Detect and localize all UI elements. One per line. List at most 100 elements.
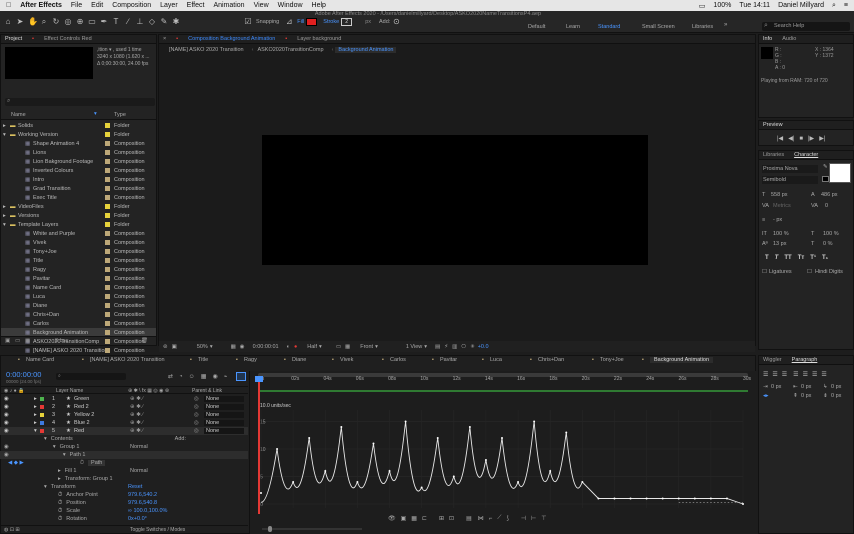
first-line-indent-value[interactable]: 0 px	[831, 384, 841, 390]
add-label[interactable]: Add:	[379, 19, 390, 25]
stopwatch-icon[interactable]: ⏱	[58, 508, 62, 515]
pan-behind-tool-icon[interactable]: ⊕	[76, 17, 84, 26]
fill1-label[interactable]: Fill 1	[65, 468, 77, 474]
label-color-swatch[interactable]	[105, 231, 110, 236]
disclosure-chevron-icon[interactable]: ▾	[3, 222, 6, 228]
project-comp-row[interactable]: ▦ Shape Animation 4 Composition	[1, 139, 156, 148]
indent-left-value[interactable]: 0 px	[771, 384, 781, 390]
puppet-tool-icon[interactable]: ✱	[172, 17, 180, 26]
tab-libraries[interactable]: Libraries	[763, 152, 784, 158]
timeline-tab[interactable]: Tony+Joe	[600, 357, 624, 363]
new-comp-icon[interactable]: ▦	[25, 338, 30, 344]
keyframe-nav-icon[interactable]: ◀ ◆ ▶	[8, 460, 24, 466]
timeline-tab[interactable]: Chris+Dan	[538, 357, 564, 363]
align-left-icon[interactable]: ☰	[763, 371, 768, 378]
pen-tool-icon[interactable]: ✒	[100, 17, 108, 26]
rotation-value[interactable]: 0x+0.0°	[128, 516, 147, 522]
eyedropper-icon[interactable]: ✎	[823, 164, 828, 170]
exposure-icon[interactable]: ✳	[470, 344, 475, 350]
menu-file[interactable]: File	[71, 2, 82, 9]
ease-in-icon[interactable]: ⊢	[531, 515, 536, 522]
footer-icons[interactable]: ◍ ⊡ ⊞	[4, 527, 20, 533]
sort-chevron-icon[interactable]: ▾	[94, 111, 97, 117]
superscript-icon[interactable]: T¹	[810, 255, 816, 261]
shy-icon[interactable]: ☺	[189, 374, 195, 380]
snapping-checkbox[interactable]: ☑	[244, 17, 252, 26]
fill1-mode[interactable]: Normal	[130, 468, 148, 474]
comp-lock-icon[interactable]: ▪	[176, 36, 178, 42]
bit-depth[interactable]: 8 bpc	[55, 338, 68, 344]
space-before-value[interactable]: 0 px	[801, 393, 811, 399]
workspace-default[interactable]: Default	[528, 24, 545, 30]
stopwatch-icon[interactable]: ⏱	[58, 516, 62, 523]
pixel-aspect-icon[interactable]: ▤	[435, 344, 440, 350]
label-color-swatch[interactable]	[105, 312, 110, 317]
tab-composition[interactable]: Composition Background Animation	[188, 36, 275, 42]
label-color-swatch[interactable]	[105, 267, 110, 272]
label-color-swatch[interactable]	[105, 186, 110, 191]
visibility-eye-icon[interactable]: ◉	[4, 420, 9, 426]
disclosure-chevron-icon[interactable]: ▾	[3, 132, 6, 138]
workspace-small-screen[interactable]: Small Screen	[642, 24, 675, 30]
toggle-switches-modes[interactable]: Toggle Switches / Modes	[130, 527, 185, 533]
playhead-handle[interactable]	[255, 376, 263, 382]
layer-row[interactable]: ◉ ▸ 3 ★ Yellow 2 ⊕ ✱ ∕ ◎ None	[0, 411, 248, 419]
zoom-slider-handle[interactable]	[268, 526, 272, 532]
interpret-footage-icon[interactable]: ▣	[5, 338, 10, 344]
graph-editor-icon[interactable]: ⌁	[224, 373, 228, 380]
layer-name[interactable]: Blue 2	[74, 420, 90, 426]
composition-viewer-canvas[interactable]	[262, 135, 648, 265]
workspace-learn[interactable]: Learn	[566, 24, 580, 30]
brush-tool-icon[interactable]: ∕	[124, 17, 132, 26]
visibility-eye-icon[interactable]: ◉	[4, 404, 9, 410]
graph-type-icon[interactable]: ▣	[401, 515, 407, 522]
timeline-tab[interactable]: Background Animation	[650, 357, 714, 363]
label-color-swatch[interactable]	[105, 195, 110, 200]
zoom-slider[interactable]	[262, 528, 362, 530]
horizontal-scale-value[interactable]: 100 %	[823, 231, 839, 237]
leading-value[interactable]: 486 px	[821, 192, 838, 198]
workspace-libraries[interactable]: Libraries	[692, 24, 713, 30]
rotate-tool-icon[interactable]: ↻	[52, 17, 60, 26]
disclosure-chevron-icon[interactable]: ▸	[3, 213, 6, 219]
label-color-swatch[interactable]	[105, 240, 110, 245]
switch-icons[interactable]: ⊕ ✱ ∕	[130, 412, 143, 418]
snap-options-icon[interactable]: ⊿	[285, 17, 293, 26]
roto-tool-icon[interactable]: ✎	[160, 17, 168, 26]
timeline-search-input[interactable]: ⌕	[56, 373, 126, 380]
transform-group-label[interactable]: Transform: Group 1	[65, 476, 113, 482]
layer-row[interactable]: ◉ ▾ 5 ★ Red ⊕ ✱ ∕ ◎ None	[0, 427, 248, 435]
justify-right-icon[interactable]: ☰	[812, 371, 817, 378]
auto-bezier-icon[interactable]: ⟆	[506, 515, 508, 522]
align-right-icon[interactable]: ☰	[782, 371, 787, 378]
project-search-input[interactable]: ⌕	[5, 98, 155, 106]
label-color-swatch[interactable]	[105, 249, 110, 254]
scale-value[interactable]: ∞ 100.0,100.0%	[128, 508, 167, 514]
kerning-value[interactable]: Metrics	[773, 203, 791, 209]
label-color-swatch[interactable]	[105, 123, 110, 128]
layer-label-swatch[interactable]	[40, 405, 44, 409]
font-style-dropdown[interactable]: Semibold	[762, 176, 818, 184]
font-size-value[interactable]: 558 px	[771, 192, 788, 198]
layer-lock-icon[interactable]: ▪	[285, 36, 287, 42]
project-comp-row[interactable]: ▦ Lions Composition	[1, 148, 156, 157]
layer-name[interactable]: Yellow 2	[74, 412, 94, 418]
ease-out-icon[interactable]: ⊤	[541, 515, 546, 522]
menu-list-icon[interactable]: ≡	[844, 2, 848, 10]
direction-ltr-icon[interactable]: ◂▸	[763, 393, 769, 399]
project-folder-row[interactable]: ▾ ▬ Working Version Folder	[1, 130, 156, 139]
stroke-width-unit[interactable]: px	[365, 19, 371, 25]
type-tool-icon[interactable]: T	[112, 17, 120, 26]
parent-dropdown[interactable]: None	[204, 412, 244, 418]
last-frame-icon[interactable]: ▶|	[819, 135, 825, 142]
switch-icons[interactable]: ⊕ ✱ ∕	[130, 396, 143, 402]
fit-selection-icon[interactable]: ▦	[411, 515, 417, 522]
color-channel-icon[interactable]: ●	[294, 344, 297, 350]
project-comp-row[interactable]: ▦ Chris+Dan Composition	[1, 310, 156, 319]
menu-help[interactable]: Help	[312, 2, 326, 9]
tab-preview[interactable]: Preview	[763, 122, 783, 128]
project-comp-row[interactable]: ▦ Name Card Composition	[1, 283, 156, 292]
hindi-digits-checkbox[interactable]: ☐	[807, 269, 812, 275]
draft-3d-icon[interactable]: ◔	[179, 374, 183, 380]
disclosure-chevron-icon[interactable]: ▸	[3, 123, 6, 129]
